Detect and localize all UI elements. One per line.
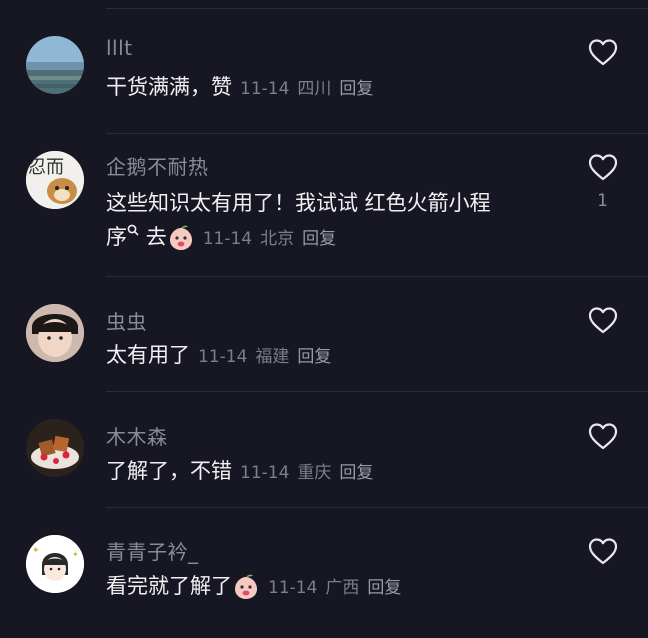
peach-face-emoji — [235, 574, 257, 599]
comment-username[interactable]: 青青子衿_ — [106, 536, 199, 565]
comment-body: 干货满满，赞 — [106, 75, 232, 99]
comment-text[interactable]: 干货满满，赞 11-14 四川 回复 — [106, 70, 546, 106]
comment-text[interactable]: 了解了，不错 11-14 重庆 回复 — [106, 454, 546, 490]
avatar[interactable]: 忍而 — [26, 151, 84, 209]
comment-body: 了解了，不错 — [106, 459, 232, 483]
divider — [106, 391, 648, 392]
comment-date: 11-14 — [240, 463, 290, 483]
comment-username[interactable]: lllt — [106, 36, 133, 60]
comment-date: 11-14 — [198, 347, 248, 367]
comment-username[interactable]: 木木森 — [106, 421, 168, 450]
comment-body: 太有用了 — [106, 343, 190, 367]
comment-location: 北京 — [260, 229, 295, 249]
comment-location: 四川 — [297, 79, 332, 99]
search-icon[interactable] — [127, 224, 139, 236]
avatar[interactable]: ✦ ✦ — [26, 535, 84, 593]
svg-text:✦: ✦ — [72, 550, 79, 559]
avatar[interactable] — [26, 36, 84, 94]
heart-outline-icon[interactable] — [588, 306, 618, 334]
comment-location: 广西 — [325, 578, 360, 598]
top-divider — [106, 8, 648, 9]
divider — [106, 133, 648, 134]
comment-date: 11-14 — [202, 229, 253, 249]
reply-button[interactable]: 回复 — [339, 79, 373, 99]
comment-meta: 11-14 重庆 回复 — [240, 463, 381, 483]
comment-text[interactable]: 看完就了解了 11-14 广西 回复 — [106, 569, 546, 605]
comment-location: 重庆 — [297, 463, 332, 483]
peach-face-emoji — [169, 225, 192, 250]
comment-body-line2: 序 — [106, 225, 127, 249]
divider — [106, 507, 648, 508]
comment-body: 看完就了解了 — [106, 574, 232, 598]
comment-meta: 11-14 广西 回复 — [268, 578, 409, 598]
comment-date: 11-14 — [240, 79, 290, 99]
comment-text[interactable]: 太有用了 11-14 福建 回复 — [106, 338, 546, 374]
like-count: 1 — [597, 191, 608, 211]
comment-meta: 11-14 四川 回复 — [240, 79, 381, 99]
comment-username[interactable]: 虫虫 — [106, 306, 147, 335]
comment-body-tail: 去 — [145, 225, 167, 249]
reply-button[interactable]: 回复 — [339, 463, 373, 483]
comment-body-line1: 这些知识太有用了！我试试 红色火箭小程 — [106, 191, 491, 215]
heart-outline-icon[interactable] — [588, 38, 618, 66]
comment-location: 福建 — [255, 347, 290, 367]
svg-text:✦: ✦ — [32, 546, 40, 556]
comment-text[interactable]: 这些知识太有用了！我试试 红色火箭小程 序 去 11-14 北京 回复 — [106, 186, 546, 256]
heart-outline-icon[interactable] — [588, 153, 618, 181]
reply-button[interactable]: 回复 — [297, 347, 331, 367]
heart-outline-icon[interactable] — [588, 422, 618, 450]
avatar-text: 忍而 — [28, 157, 64, 178]
avatar[interactable] — [26, 304, 84, 362]
heart-outline-icon[interactable] — [588, 537, 618, 565]
comment-date: 11-14 — [268, 578, 318, 598]
comment-username[interactable]: 企鹅不耐热 — [106, 151, 209, 180]
divider — [106, 276, 648, 277]
avatar[interactable] — [26, 419, 84, 477]
reply-button[interactable]: 回复 — [302, 229, 336, 249]
comment-meta: 11-14 福建 回复 — [198, 347, 339, 367]
reply-button[interactable]: 回复 — [367, 578, 401, 598]
comment-meta: 11-14 北京 回复 — [203, 229, 344, 249]
